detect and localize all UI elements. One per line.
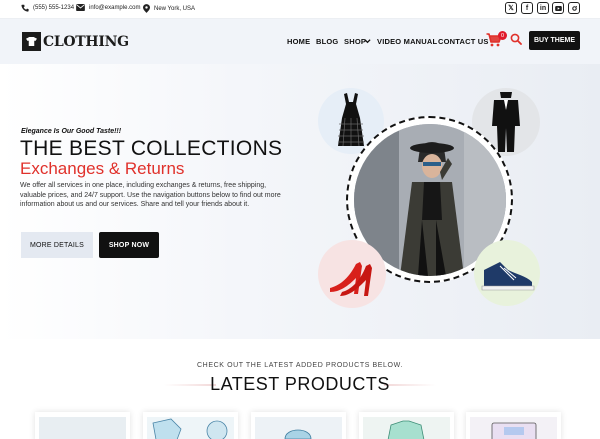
sneaker-bubble (474, 240, 540, 306)
latest-products-subtitle: CHECK OUT THE LATEST ADDED PRODUCTS BELO… (197, 362, 403, 369)
product-image (147, 417, 234, 439)
product-card[interactable] (143, 412, 238, 439)
linkedin-icon[interactable]: in (537, 2, 549, 14)
hero-tagline: Elegance Is Our Good Taste!!! (21, 128, 122, 135)
search-icon[interactable] (510, 33, 522, 45)
email-info[interactable]: info@example.com (76, 4, 140, 11)
more-details-button[interactable]: MORE DETAILS (21, 232, 93, 258)
red-heels-icon (330, 262, 372, 296)
instagram-icon[interactable] (568, 2, 580, 14)
product-card[interactable] (359, 412, 454, 439)
product-image (470, 417, 557, 439)
youtube-icon[interactable] (552, 2, 564, 14)
product-card[interactable] (466, 412, 561, 439)
sneaker-icon (481, 262, 535, 291)
email-text: info@example.com (89, 4, 141, 11)
nav-home[interactable]: HOME (287, 37, 310, 46)
product-card[interactable] (251, 412, 346, 439)
product-card[interactable] (35, 412, 130, 439)
facebook-icon[interactable]: f (521, 2, 533, 14)
location-pin-icon (143, 4, 150, 13)
cart-count-badge: 0 (498, 31, 507, 40)
phone-text: (555) 555-1234 (33, 5, 75, 11)
location-text: New York, USA (154, 5, 196, 12)
logo-icon (22, 32, 41, 51)
email-icon (76, 4, 85, 11)
nav-blog[interactable]: BLOG (316, 37, 338, 46)
x-icon[interactable]: 𝕏 (505, 2, 517, 14)
nav-video-manual[interactable]: VIDEO MANUAL (377, 37, 437, 46)
shop-now-button[interactable]: SHOP NOW (99, 232, 159, 258)
phone-icon (21, 4, 29, 12)
phone-info[interactable]: (555) 555-1234 (21, 4, 74, 12)
hero-description: We offer all services in one place, incl… (20, 182, 281, 208)
hero-title: THE BEST COLLECTIONS (20, 137, 283, 160)
chevron-down-icon[interactable] (364, 38, 371, 44)
hero-subtitle: Exchanges & Returns (20, 159, 185, 178)
location-info: New York, USA (143, 4, 195, 13)
top-info-bar: (555) 555-1234 info@example.com New York… (0, 0, 600, 19)
nav-shop[interactable]: SHOP (344, 37, 366, 46)
buy-theme-button[interactable]: BUY THEME (529, 31, 580, 50)
logo[interactable]: CLOTHING (22, 32, 129, 51)
latest-products-title: LATEST PRODUCTS (210, 374, 390, 394)
heels-bubble (318, 240, 386, 308)
main-header: CLOTHING HOME BLOG SHOP VIDEO MANUAL CON… (0, 19, 600, 64)
product-image (39, 417, 126, 439)
logo-text: CLOTHING (43, 33, 129, 50)
nav-contact-us[interactable]: CONTACT US (438, 37, 489, 46)
product-image (255, 417, 342, 439)
product-image (363, 417, 450, 439)
